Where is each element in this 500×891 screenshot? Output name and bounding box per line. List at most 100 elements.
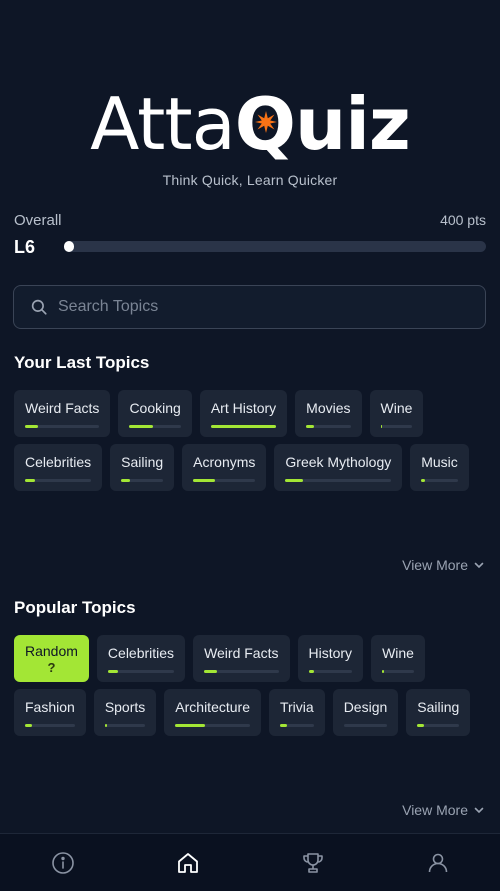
level-badge: L6 (14, 237, 36, 257)
topic-chip[interactable]: Sailing (406, 689, 471, 736)
topic-label: Sailing (417, 699, 460, 715)
topic-progress-fill (204, 670, 218, 673)
topic-chip[interactable]: Sailing (110, 444, 175, 491)
topic-progress-fill (380, 425, 383, 428)
topic-label: Movies (306, 400, 351, 416)
topic-progress-fill (308, 670, 314, 673)
topic-label: Celebrities (25, 454, 92, 470)
topic-progress-bar (107, 670, 175, 673)
topic-chip[interactable]: Weird Facts (193, 635, 290, 682)
logo-text-atta: Atta (90, 82, 236, 166)
topic-chip[interactable]: Trivia (268, 689, 325, 736)
topic-chip[interactable]: Movies (295, 390, 362, 437)
topic-progress-bar (121, 479, 164, 482)
topic-chip[interactable]: Acronyms (182, 444, 267, 491)
topic-label: Greek Mythology (285, 454, 392, 470)
topic-progress-fill (210, 425, 277, 428)
topic-progress-bar (417, 724, 460, 727)
topic-label: Cooking (129, 400, 181, 416)
topic-progress-bar (380, 425, 413, 428)
search-input[interactable] (58, 298, 458, 316)
topic-label: Sports (104, 699, 146, 715)
topic-progress-fill (25, 724, 33, 727)
topic-progress-bar (210, 425, 277, 428)
random-topic-chip[interactable]: Random ? (14, 635, 89, 682)
popular-topics-title: Popular Topics (14, 598, 136, 617)
overall-label: Overall (14, 212, 62, 229)
popular-topics-view-more[interactable]: View More (402, 802, 484, 818)
topic-label: Sailing (121, 454, 164, 470)
topic-progress-bar (193, 479, 256, 482)
topic-progress-fill (104, 724, 107, 727)
topic-label: Architecture (175, 699, 250, 715)
random-topic-label: Random (25, 643, 78, 659)
info-icon (51, 851, 74, 874)
topic-label: Design (343, 699, 388, 715)
topic-progress-fill (421, 479, 425, 482)
topic-progress-bar (308, 670, 353, 673)
popular-topics-list: Random ? Celebrities Weird Facts History Wi… (14, 635, 494, 736)
topic-chip[interactable]: History (297, 635, 364, 682)
topic-progress-fill (285, 479, 304, 482)
topic-progress-fill (107, 670, 118, 673)
topic-chip[interactable]: Celebrities (14, 444, 103, 491)
topic-label: Trivia (279, 699, 314, 715)
chevron-down-icon (474, 562, 484, 569)
chevron-down-icon (474, 807, 484, 814)
topic-progress-bar (279, 724, 314, 727)
star-icon (254, 111, 277, 133)
topic-chip[interactable]: Music (410, 444, 469, 491)
topic-progress-fill (382, 670, 384, 673)
topic-progress-fill (306, 425, 315, 428)
topic-progress-bar (129, 425, 181, 428)
last-topics-view-more[interactable]: View More (402, 557, 484, 573)
topic-progress-fill (129, 425, 153, 428)
topic-chip[interactable]: Wine (371, 635, 425, 682)
topic-progress-bar (175, 724, 250, 727)
topic-progress-fill (25, 425, 39, 428)
topic-chip[interactable]: Celebrities (96, 635, 186, 682)
topic-label: Music (421, 454, 458, 470)
logo-q: Q (235, 88, 296, 160)
topic-chip[interactable]: Greek Mythology (274, 444, 403, 491)
nav-leaderboard[interactable] (283, 843, 343, 883)
last-topics-list: Weird Facts Cooking Art History Movies Wine C… (14, 390, 494, 491)
topic-label: Fashion (25, 699, 75, 715)
topic-label: Wine (382, 645, 414, 661)
topic-label: Celebrities (107, 645, 175, 661)
topic-chip[interactable]: Fashion (14, 689, 86, 736)
topic-progress-bar (382, 670, 414, 673)
app-logo: AttaQuiz (0, 88, 500, 160)
topic-chip[interactable]: Weird Facts (14, 390, 111, 437)
topic-progress-fill (193, 479, 215, 482)
question-mark-icon: ? (47, 660, 56, 675)
bottom-nav (0, 833, 500, 891)
topic-chip[interactable]: Design (332, 689, 399, 736)
nav-info[interactable] (33, 843, 93, 883)
topic-chip[interactable]: Art History (199, 390, 288, 437)
topic-label: Acronyms (193, 454, 256, 470)
topic-chip[interactable]: Wine (369, 390, 424, 437)
overall-progress-fill (64, 241, 74, 252)
logo-text-uiz: uiz (294, 82, 411, 166)
topic-label: Wine (380, 400, 413, 416)
trophy-icon (302, 852, 323, 873)
topic-chip[interactable]: Architecture (164, 689, 261, 736)
topic-progress-fill (121, 479, 130, 482)
nav-profile[interactable] (408, 843, 468, 883)
topic-progress-bar (421, 479, 458, 482)
topic-label: Weird Facts (204, 645, 279, 661)
last-topics-title: Your Last Topics (14, 353, 150, 372)
topic-progress-fill (175, 724, 206, 727)
topic-chip[interactable]: Cooking (118, 390, 192, 437)
topic-label: History (308, 645, 353, 661)
topic-chip[interactable]: Sports (93, 689, 157, 736)
nav-home[interactable] (158, 843, 218, 883)
topic-progress-bar (25, 479, 92, 482)
topic-progress-bar (25, 724, 75, 727)
topic-progress-fill (279, 724, 288, 727)
search-box[interactable] (13, 285, 486, 329)
topic-progress-bar (343, 724, 388, 727)
home-icon (177, 852, 198, 873)
topic-progress-fill (25, 479, 35, 482)
